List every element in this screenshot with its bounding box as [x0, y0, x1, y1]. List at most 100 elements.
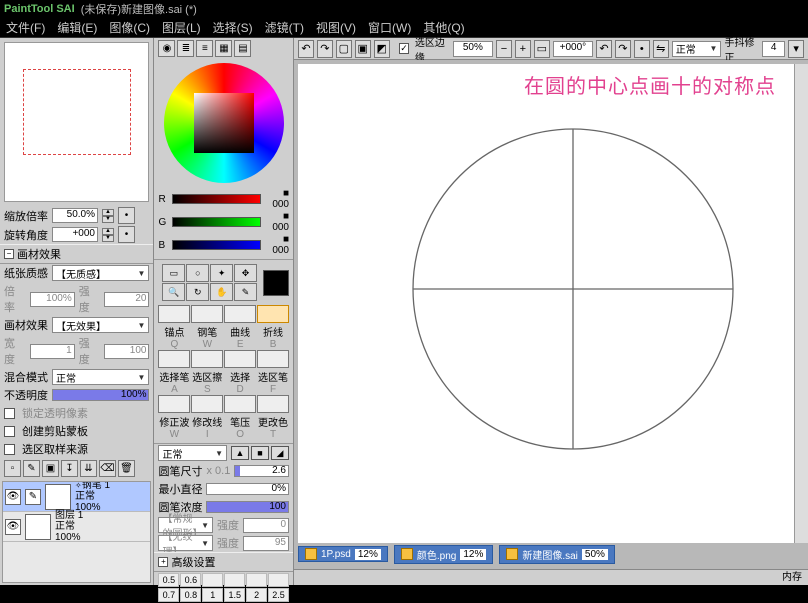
clip-checkbox[interactable]: [4, 426, 15, 437]
hand-icon[interactable]: ✋: [210, 283, 233, 301]
brush-mode-select[interactable]: 正常▼: [158, 445, 227, 461]
color-wheel[interactable]: [158, 63, 289, 183]
swatches-tab[interactable]: ▦: [215, 40, 232, 57]
pressure-tool[interactable]: [224, 395, 256, 413]
zoom-icon[interactable]: 🔍: [162, 283, 185, 301]
lasso-icon[interactable]: ○: [186, 264, 209, 282]
redo-button[interactable]: ↷: [317, 40, 333, 58]
sel-erase-tool[interactable]: [191, 350, 223, 368]
menu-image[interactable]: 图像(C): [109, 19, 150, 36]
eyedropper-icon[interactable]: ✎: [234, 283, 257, 301]
advanced-header[interactable]: + 高级设置: [154, 552, 293, 572]
visibility-icon[interactable]: 👁: [5, 519, 21, 535]
blend-mid-icon[interactable]: ■: [251, 446, 269, 460]
rotate-reset-button[interactable]: •: [634, 40, 650, 58]
menu-layer[interactable]: 图层(L): [162, 19, 201, 36]
navigator-preview[interactable]: [4, 42, 149, 202]
min-size-slider[interactable]: 0%: [206, 483, 289, 495]
rgb-tab[interactable]: ≣: [177, 40, 194, 57]
sel-brush-tool[interactable]: [257, 350, 289, 368]
undo-button[interactable]: ↶: [298, 40, 314, 58]
layer-item[interactable]: 👁 图层 1 正常 100%: [3, 512, 150, 542]
zoom-fit-button[interactable]: ▭: [534, 40, 550, 58]
doc-tab[interactable]: 1P.psd 12%: [298, 546, 388, 562]
flip-h-button[interactable]: ⇋: [653, 40, 669, 58]
zoom-spin[interactable]: ▲▼: [102, 209, 114, 223]
pen-indicator-icon[interactable]: ✎: [25, 489, 41, 505]
blend-sub-icon[interactable]: ◢: [271, 446, 289, 460]
rotate-spin[interactable]: ▲▼: [102, 228, 114, 242]
rotate-reset[interactable]: •: [118, 226, 135, 243]
canvas-paper[interactable]: 在圆的中心点画十的对称点: [298, 64, 794, 543]
rect-select-icon[interactable]: ▭: [162, 264, 185, 282]
lock-alpha-checkbox[interactable]: [4, 408, 15, 419]
r-slider[interactable]: [172, 194, 261, 204]
rotate-field[interactable]: +000: [52, 227, 98, 242]
canvas-zoom-field[interactable]: 50%: [453, 41, 493, 57]
sample-checkbox[interactable]: [4, 444, 15, 455]
menu-file[interactable]: 文件(F): [6, 19, 45, 36]
canvas-angle-field[interactable]: +000°: [553, 41, 593, 57]
stabilizer-field[interactable]: 4: [762, 41, 785, 57]
move-icon[interactable]: ✥: [234, 264, 257, 282]
doc-tab[interactable]: 颜色.png 12%: [394, 545, 493, 564]
editline-tool[interactable]: [191, 395, 223, 413]
b-slider[interactable]: [172, 240, 261, 250]
blend-add-icon[interactable]: ▲: [231, 446, 249, 460]
navigator-viewport-rect[interactable]: [23, 69, 131, 155]
blend-mode-select[interactable]: 正常▼: [52, 369, 149, 385]
invert-sel-button[interactable]: ▣: [355, 40, 371, 58]
new-pen-layer-button[interactable]: ✎: [23, 460, 40, 477]
foreground-swatch[interactable]: [263, 270, 289, 296]
stabilizer-menu[interactable]: ▾: [788, 40, 804, 58]
pen-tool[interactable]: [191, 305, 223, 323]
g-slider[interactable]: [172, 217, 261, 227]
wand-icon[interactable]: ✦: [210, 264, 233, 282]
brush-size-slider[interactable]: 2.6: [234, 465, 289, 477]
brush-texture-select[interactable]: 【无纹理】▼: [158, 535, 213, 551]
visibility-icon[interactable]: 👁: [5, 489, 21, 505]
rotate-icon[interactable]: ↻: [186, 283, 209, 301]
recolor-tool[interactable]: [257, 395, 289, 413]
canvas-mode-select[interactable]: 正常▼: [672, 41, 722, 57]
clear-layer-button[interactable]: ⌫: [99, 460, 116, 477]
scratchpad-tab[interactable]: ▤: [234, 40, 251, 57]
menu-window[interactable]: 窗口(W): [368, 19, 411, 36]
polyline-tool[interactable]: [257, 305, 289, 323]
delete-layer-button[interactable]: 🗑: [118, 460, 135, 477]
menu-edit[interactable]: 编辑(E): [57, 19, 97, 36]
hsv-tab[interactable]: ≡: [196, 40, 213, 57]
deselect-button[interactable]: ▢: [336, 40, 352, 58]
opacity-slider[interactable]: 100%: [52, 389, 149, 401]
curve-tool[interactable]: [224, 305, 256, 323]
zoom-reset[interactable]: •: [118, 207, 135, 224]
vertical-scrollbar[interactable]: [794, 64, 808, 543]
rotate-ccw-button[interactable]: ↶: [596, 40, 612, 58]
sv-picker[interactable]: [194, 93, 254, 153]
zoom-in-button[interactable]: +: [515, 40, 531, 58]
seledge-checkbox[interactable]: ✓: [399, 43, 409, 54]
layer-item[interactable]: 👁 ✎ ✧钢笔 1 正常 100%: [3, 482, 150, 512]
transfer-down-button[interactable]: ↧: [61, 460, 78, 477]
zoom-out-button[interactable]: −: [496, 40, 512, 58]
select-tool[interactable]: [224, 350, 256, 368]
layer-effect-select[interactable]: 【无效果】▼: [52, 317, 149, 333]
sel-pen-tool[interactable]: [158, 350, 190, 368]
density-slider[interactable]: 100: [206, 501, 289, 513]
menu-select[interactable]: 选择(S): [213, 19, 253, 36]
rotate-cw-button[interactable]: ↷: [615, 40, 631, 58]
zoom-field[interactable]: 50.0%: [52, 208, 98, 223]
new-folder-button[interactable]: ▣: [42, 460, 59, 477]
anchor-tool[interactable]: [158, 305, 190, 323]
color-wheel-tab[interactable]: ◉: [158, 40, 175, 57]
paint-effect-header[interactable]: − 画材效果: [0, 244, 153, 264]
show-sel-button[interactable]: ◩: [374, 40, 390, 58]
menu-filter[interactable]: 滤镜(T): [265, 19, 304, 36]
canvas-area[interactable]: 在圆的中心点画十的对称点 1P.psd 12% 颜色.png 12%: [294, 60, 808, 569]
doc-tab[interactable]: 新建图像.sai 50%: [499, 545, 615, 564]
paper-texture-select[interactable]: 【无质感】▼: [52, 265, 149, 281]
new-layer-button[interactable]: ▫: [4, 460, 21, 477]
wave-tool[interactable]: [158, 395, 190, 413]
menu-view[interactable]: 视图(V): [316, 19, 356, 36]
merge-down-button[interactable]: ⇊: [80, 460, 97, 477]
